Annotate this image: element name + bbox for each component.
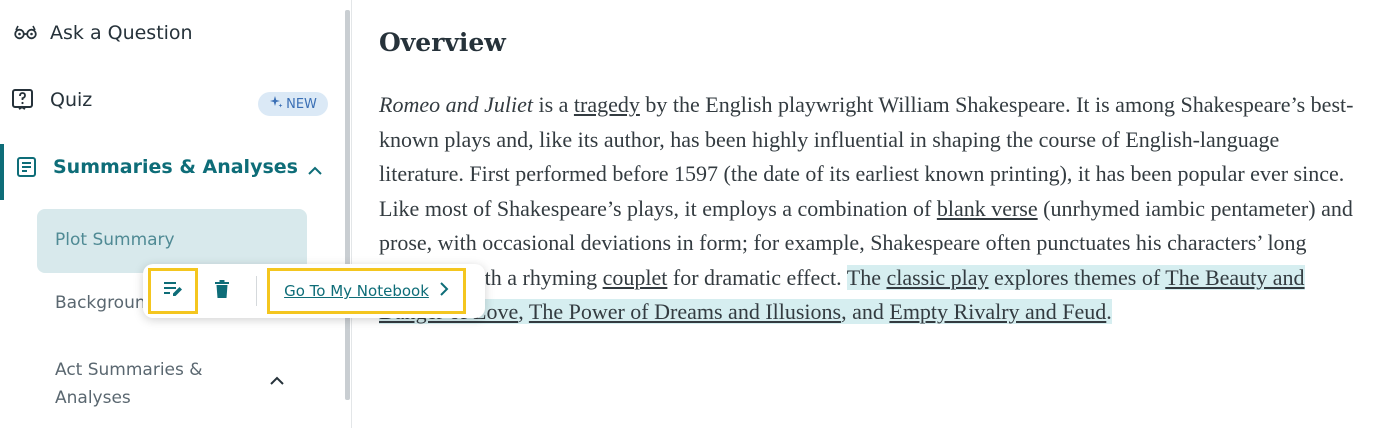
divider — [351, 0, 352, 428]
text: is a — [532, 92, 574, 117]
link-tragedy[interactable]: tragedy — [574, 92, 640, 117]
notebook-link-label: Go To My Notebook — [284, 282, 429, 300]
sidebar-item-label: Summaries & Analyses — [53, 156, 298, 178]
link-theme-dreams[interactable]: The Power of Dreams and Illusions — [529, 299, 841, 324]
sidebar-item-label: Quiz — [50, 89, 93, 111]
toolbar-separator — [256, 276, 257, 306]
chevron-up-icon[interactable] — [268, 372, 286, 391]
delete-highlight-button[interactable] — [207, 268, 237, 314]
trash-icon — [214, 279, 230, 303]
document-icon — [16, 156, 38, 178]
chevron-up-icon[interactable] — [306, 162, 324, 181]
glasses-icon — [13, 23, 39, 43]
sidebar-item-label: Plot Summary — [55, 230, 175, 250]
link-couplet[interactable]: couplet — [603, 265, 668, 290]
link-classic-play[interactable]: classic play — [886, 265, 988, 290]
text: for dramatic effect. — [667, 264, 847, 290]
sidebar-item-ask-question[interactable]: Ask a Question — [13, 22, 193, 44]
play-title: Romeo and Juliet — [379, 92, 533, 117]
sidebar-scrollbar[interactable] — [345, 10, 350, 400]
highlight-toolbar: Go To My Notebook — [143, 264, 485, 318]
link-blank-verse[interactable]: blank verse — [937, 196, 1038, 221]
new-badge-label: NEW — [286, 96, 317, 112]
text: explores themes of — [988, 264, 1166, 290]
overview-paragraph: Romeo and Juliet is a tragedy by the Eng… — [379, 88, 1354, 330]
sidebar: Ask a Question Quiz NEW Summaries & Anal… — [0, 0, 345, 428]
text: , and — [841, 299, 890, 324]
sidebar-item-summaries[interactable]: Summaries & Analyses — [16, 156, 298, 178]
chevron-right-icon — [439, 281, 449, 301]
active-indicator — [0, 144, 4, 200]
edit-note-icon — [162, 279, 184, 303]
text: (unrhymed iambic pentameter) and — [1037, 195, 1353, 221]
page-title: Overview — [379, 28, 506, 57]
text: . — [1106, 299, 1112, 324]
go-to-notebook-link[interactable]: Go To My Notebook — [267, 268, 466, 314]
text: , — [518, 299, 529, 324]
sidebar-item-label: Ask a Question — [50, 22, 193, 44]
sparkle-icon — [269, 95, 283, 113]
text: The — [846, 264, 887, 290]
edit-note-button[interactable] — [148, 268, 198, 314]
sidebar-item-background[interactable]: Backgroun — [55, 293, 146, 313]
question-box-icon — [11, 88, 35, 112]
link-theme-rivalry[interactable]: Empty Rivalry and Feud — [889, 299, 1106, 324]
sidebar-item-quiz[interactable]: Quiz — [11, 88, 92, 112]
new-badge: NEW — [258, 92, 328, 116]
sidebar-item-act-summaries[interactable]: Act Summaries & Analyses — [55, 356, 245, 412]
